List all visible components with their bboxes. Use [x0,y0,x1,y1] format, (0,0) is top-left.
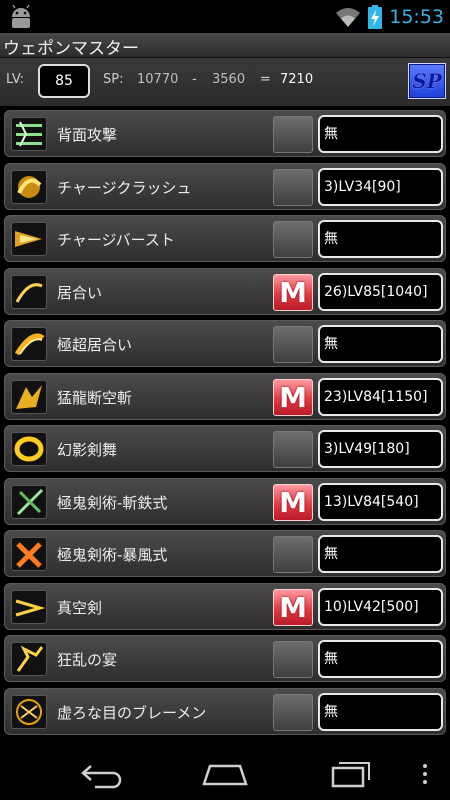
skill-name: 幻影剣舞 [57,441,118,459]
skill-name: 極鬼剣術-暴風式 [57,546,168,564]
lv-label: LV: [6,72,25,87]
skill-name: 真空剣 [57,598,103,617]
skill-row[interactable]: 極超居合い 無 [4,320,446,367]
skill-row[interactable]: 背面攻撃 無 [4,110,446,157]
super-iai-icon [11,327,47,361]
sp-label: SP: [103,72,124,87]
wifi-icon [336,8,361,27]
app-title: ウェポンマスター [3,39,139,59]
iai-icon [11,274,47,309]
skill-name: チャージクラッシュ [57,178,192,197]
demon-sword-storm-icon [11,537,47,571]
navigation-bar [0,750,450,800]
skill-level-field[interactable]: 無 [318,115,443,153]
master-toggle-button[interactable] [273,168,313,206]
master-toggle-button[interactable] [273,641,313,678]
recent-apps-icon[interactable] [325,758,375,790]
sp-used: 3560 [212,72,246,87]
level-input[interactable]: 85 [38,64,90,98]
sp-button[interactable]: SP [408,63,446,99]
skill-name: 極鬼剣術-斬鉄式 [57,493,168,512]
skill-row[interactable]: 狂乱の宴 無 [4,635,446,682]
skill-level-field[interactable]: 10)LV42[500] [318,587,443,626]
sp-remaining: 7210 [280,72,314,87]
master-toggle-button[interactable] [273,693,313,731]
skill-row[interactable]: チャージバースト 無 [4,215,446,262]
android-icon [12,5,30,28]
back-icon[interactable] [75,760,125,790]
sp-equals: = [260,72,271,87]
sp-minus: - [192,72,197,87]
skill-name: 背面攻撃 [57,126,118,144]
master-toggle-button[interactable]: M [273,273,313,311]
skill-row[interactable]: 極鬼剣術-暴風式 無 [4,530,446,577]
master-toggle-button[interactable]: M [273,588,313,626]
skill-name: 虚ろな目のブレーメン [57,703,207,722]
skill-level-field[interactable]: 3)LV49[180] [318,430,443,468]
master-toggle-button[interactable] [273,326,313,363]
skill-name: 居合い [57,283,103,302]
master-toggle-button[interactable] [273,221,313,258]
skill-row[interactable]: 真空剣 M 10)LV42[500] [4,582,446,630]
back-attack-icon [11,117,47,151]
skill-name: チャージバースト [57,231,175,249]
status-time: 15:53 [389,6,444,28]
sp-total: 10770 [137,72,179,87]
frenzy-feast-icon [11,642,47,676]
demon-sword-steel-icon [11,484,47,519]
skill-row[interactable]: 虚ろな目のブレーメン 無 [4,687,446,735]
skill-level-field[interactable]: 無 [318,692,443,731]
master-toggle-button[interactable]: M [273,483,313,521]
charge-burst-icon [11,222,47,256]
skill-level-field[interactable]: 23)LV84[1150] [318,377,443,416]
skill-row[interactable]: チャージクラッシュ 3)LV34[90] [4,162,446,210]
charge-crash-icon [11,169,47,204]
skill-level-field[interactable]: 無 [318,325,443,363]
skill-name: 狂乱の宴 [57,651,118,669]
skill-level-field[interactable]: 13)LV84[540] [318,482,443,521]
phantom-dance-icon [11,432,47,466]
skill-row[interactable]: 幻影剣舞 3)LV49[180] [4,425,446,472]
dragon-slash-icon [11,379,47,414]
master-toggle-button[interactable]: M [273,378,313,416]
vacuum-sword-icon [11,589,47,624]
status-bar: 15:53 [0,0,450,33]
menu-overflow-icon[interactable] [418,760,432,790]
skill-name: 猛龍断空斬 [57,388,133,407]
hollow-eyes-icon [11,694,47,729]
title-bar: ウェポンマスター [0,33,450,59]
level-bar: LV: 85 SP: 10770 - 3560 = 7210 [0,58,450,106]
skill-name: 極超居合い [57,336,133,354]
battery-charging-icon [368,5,383,29]
home-icon[interactable] [200,760,250,790]
skill-level-field[interactable]: 無 [318,220,443,258]
skill-level-field[interactable]: 3)LV34[90] [318,167,443,206]
master-toggle-button[interactable] [273,536,313,573]
skill-row[interactable]: 猛龍断空斬 M 23)LV84[1150] [4,372,446,420]
skill-level-field[interactable]: 26)LV85[1040] [318,272,443,311]
skill-level-field[interactable]: 無 [318,535,443,573]
skill-row[interactable]: 居合い M 26)LV85[1040] [4,267,446,315]
master-toggle-button[interactable] [273,116,313,153]
skill-row[interactable]: 極鬼剣術-斬鉄式 M 13)LV84[540] [4,477,446,525]
master-toggle-button[interactable] [273,431,313,468]
skill-level-field[interactable]: 無 [318,640,443,678]
